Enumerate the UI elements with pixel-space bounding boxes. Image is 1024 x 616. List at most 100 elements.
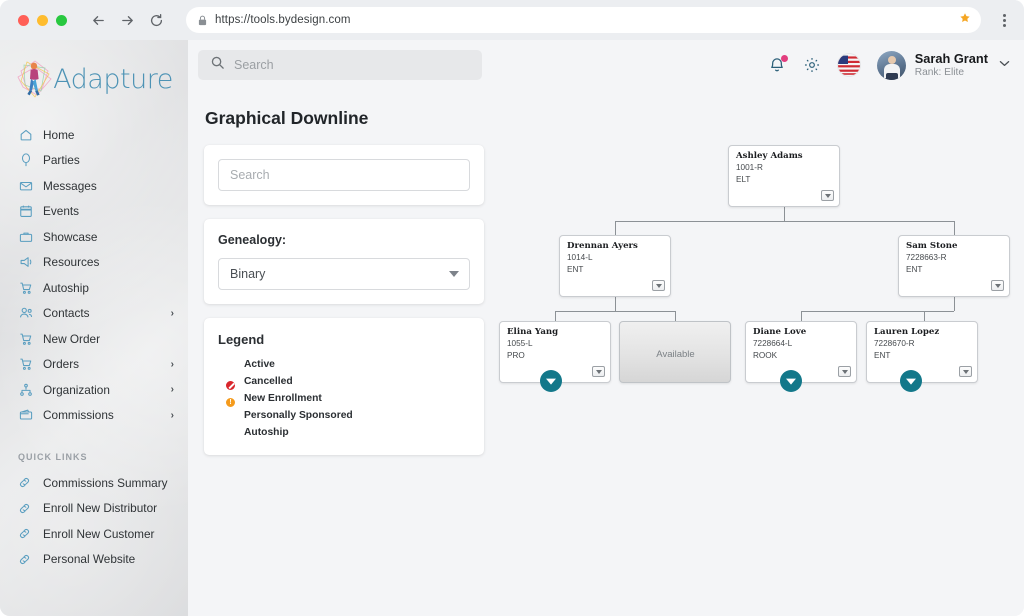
node-rank: ELT	[736, 174, 833, 186]
autoship-box-icon	[922, 278, 936, 292]
user-name: Sarah Grant	[915, 51, 988, 67]
tree-node[interactable]: Diane Love 7228664-L ROOK	[745, 321, 857, 383]
home-icon	[18, 127, 33, 142]
node-id: 7228664-L	[753, 338, 850, 350]
forward-arrow-icon[interactable]	[120, 13, 135, 28]
logo-text: Adapture	[53, 64, 173, 95]
browser-window: https://tools.bydesign.com	[0, 0, 1024, 616]
lock-icon	[198, 15, 207, 26]
autoship-box-icon	[523, 364, 537, 378]
node-name: Sam Stone	[906, 241, 1003, 252]
node-rank: ENT	[874, 350, 971, 362]
sidebar-item-resources[interactable]: Resources	[0, 250, 188, 276]
sidebar-item-organization[interactable]: Organization ›	[0, 377, 188, 403]
quick-link-personal-website[interactable]: Personal Website	[0, 547, 188, 573]
sidebar-item-label: Commissions	[43, 408, 161, 422]
user-menu[interactable]: Sarah Grant Rank: Elite	[877, 51, 1010, 80]
tree-node-available[interactable]: Available	[619, 321, 731, 383]
close-window-button[interactable]	[18, 15, 29, 26]
kebab-menu-icon[interactable]	[997, 14, 1012, 27]
address-bar[interactable]: https://tools.bydesign.com	[186, 7, 981, 33]
person-blue-icon	[873, 364, 887, 378]
page-title: Graphical Downline	[205, 108, 1004, 129]
sidebar-item-label: Parties	[43, 153, 164, 167]
downline-search-input[interactable]	[218, 159, 470, 191]
chevron-right-icon: ›	[171, 410, 174, 421]
node-dropdown-icon[interactable]	[838, 366, 851, 377]
search-icon	[210, 55, 225, 75]
chevron-right-icon: ›	[171, 359, 174, 370]
bell-icon[interactable]	[768, 56, 786, 74]
sidebar-item-label: Resources	[43, 255, 164, 269]
node-dropdown-icon[interactable]	[592, 366, 605, 377]
two-people-green-icon	[506, 364, 520, 378]
calendar-icon	[18, 204, 33, 219]
megaphone-icon	[18, 255, 33, 270]
global-search[interactable]	[198, 50, 482, 80]
two-people-green-icon	[218, 407, 235, 424]
expand-down-icon[interactable]	[540, 370, 562, 392]
hierarchy-icon	[18, 382, 33, 397]
link-icon	[18, 476, 33, 489]
quick-link-label: Commissions Summary	[43, 476, 168, 490]
chevron-down-icon[interactable]	[999, 59, 1010, 71]
reload-icon[interactable]	[149, 13, 164, 28]
gear-icon[interactable]	[803, 56, 821, 74]
sidebar-item-contacts[interactable]: Contacts ›	[0, 301, 188, 327]
maximize-window-button[interactable]	[56, 15, 67, 26]
us-flag-icon[interactable]	[838, 54, 860, 76]
url-text: https://tools.bydesign.com	[215, 14, 351, 26]
legend-label: New Enrollment	[244, 393, 322, 404]
sidebar-item-home[interactable]: Home	[0, 122, 188, 148]
legend-label: Active	[244, 359, 275, 370]
node-dropdown-icon[interactable]	[991, 280, 1004, 291]
tree-node[interactable]: Sam Stone 7228663-R ENT	[898, 235, 1010, 297]
genealogy-select-value[interactable]	[218, 258, 470, 290]
sidebar-item-events[interactable]: Events	[0, 199, 188, 225]
sidebar: Adapture Home Parties	[0, 40, 188, 616]
sidebar-item-label: New Order	[43, 332, 164, 346]
sidebar-item-label: Autoship	[43, 281, 164, 295]
expand-down-icon[interactable]	[900, 370, 922, 392]
node-dropdown-icon[interactable]	[652, 280, 665, 291]
autoship-box-icon	[583, 278, 597, 292]
search-input[interactable]	[234, 58, 470, 72]
two-people-green-icon	[566, 278, 580, 292]
legend-item-active: Active	[218, 356, 470, 373]
sidebar-item-new-order[interactable]: New Order	[0, 326, 188, 352]
genealogy-card: Genealogy:	[204, 219, 484, 304]
minimize-window-button[interactable]	[37, 15, 48, 26]
sidebar-item-autoship[interactable]: Autoship	[0, 275, 188, 301]
sidebar-item-orders[interactable]: Orders ›	[0, 352, 188, 378]
tree-connector	[615, 221, 954, 222]
node-status-icons	[752, 364, 783, 378]
back-arrow-icon[interactable]	[91, 13, 106, 28]
briefcase-icon	[18, 229, 33, 244]
tree-node[interactable]: Ashley Adams 1001-R ELT	[728, 145, 840, 207]
wallet-icon	[18, 408, 33, 423]
quick-link-enroll-new-distributor[interactable]: Enroll New Distributor	[0, 496, 188, 522]
genealogy-select[interactable]	[218, 258, 470, 290]
sidebar-item-messages[interactable]: Messages	[0, 173, 188, 199]
legend-item-new-enrollment: ! New Enrollment	[218, 390, 470, 407]
star-icon[interactable]	[959, 11, 971, 29]
node-dropdown-icon[interactable]	[959, 366, 972, 377]
chevron-right-icon: ›	[171, 384, 174, 395]
sidebar-item-label: Orders	[43, 357, 161, 371]
chevron-right-icon: ›	[171, 308, 174, 319]
tree-node[interactable]: Drennan Ayers 1014-L ENT	[559, 235, 671, 297]
tree-node[interactable]: Lauren Lopez 7228670-R ENT	[866, 321, 978, 383]
node-dropdown-icon[interactable]	[821, 190, 834, 201]
sidebar-item-commissions[interactable]: Commissions ›	[0, 403, 188, 429]
quick-link-enroll-new-customer[interactable]: Enroll New Customer	[0, 521, 188, 547]
link-icon	[18, 502, 33, 515]
sidebar-item-showcase[interactable]: Showcase	[0, 224, 188, 250]
expand-down-icon[interactable]	[780, 370, 802, 392]
node-status-icons	[735, 188, 766, 202]
app-logo[interactable]: Adapture	[0, 40, 188, 118]
quick-link-commissions-summary[interactable]: Commissions Summary	[0, 470, 188, 496]
link-icon	[18, 527, 33, 540]
legend-item-autoship: Autoship	[218, 424, 470, 441]
sidebar-item-parties[interactable]: Parties	[0, 148, 188, 174]
node-rank: ENT	[906, 264, 1003, 276]
